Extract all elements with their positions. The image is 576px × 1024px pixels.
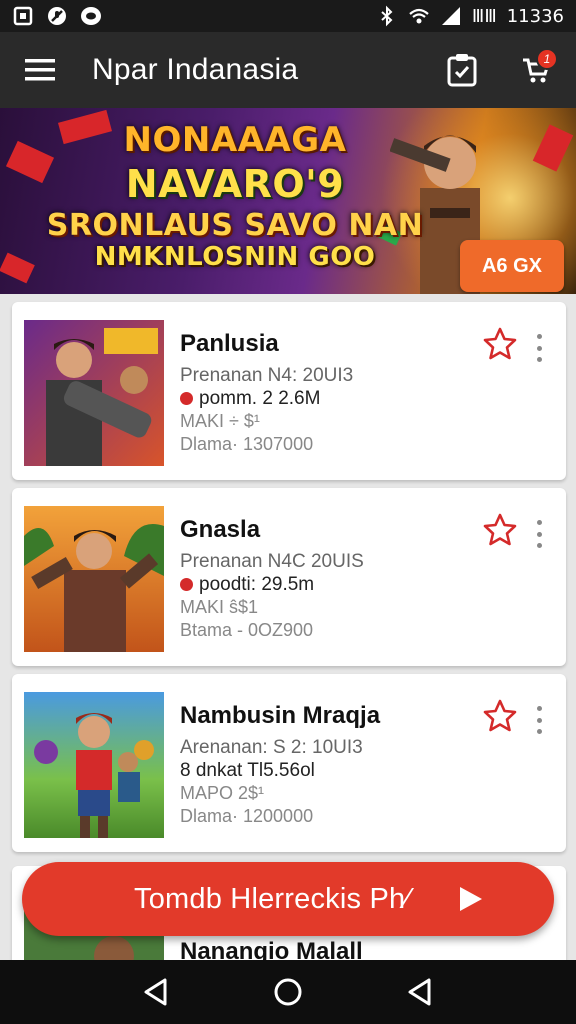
game-downloads: pomm. 2 2.6M [199, 388, 321, 409]
promo-banner[interactable]: NONAAAGA NAVARO'9 SRONLAUS SAVO NAN NMKN… [0, 108, 576, 294]
more-vert-icon-dot [536, 345, 542, 351]
nav-home-button[interactable] [264, 968, 312, 1016]
game-meta-line-3: MAKI ÷ $¹ [180, 411, 260, 431]
hamburger-menu-icon [25, 59, 55, 81]
clipboard-button[interactable] [442, 50, 482, 90]
star-outline-icon [483, 513, 517, 546]
app-bar: Npar Indanasia 1 [0, 32, 576, 108]
game-info: Panlusia Prenanan N4: 20UI3 pomm. 2 2.6M… [180, 330, 470, 456]
banner-headline-2: NAVARO'9 [125, 162, 345, 206]
battery-indicator: ⅢⅢ [471, 5, 497, 27]
favorite-button[interactable] [482, 698, 518, 734]
play-icon [460, 887, 482, 911]
game-meta-line-2: pomm. 2 2.6M [180, 387, 470, 410]
status-left-icons [12, 5, 102, 27]
page-title: Npar Indanasia [92, 53, 299, 86]
star-outline-icon [483, 699, 517, 732]
system-nav-bar [0, 960, 576, 1024]
banner-headline-4: NMKNLOSNIN GOO [94, 242, 376, 272]
more-options-button[interactable] [528, 330, 550, 366]
game-meta-line-4: Btama - 0OZ900 [180, 620, 314, 640]
list-item[interactable]: Nambusin Mraqja Arenanan: S 2: 10UI3 8 d… [12, 674, 566, 852]
clipboard-icon [447, 54, 477, 87]
recents-triangle-icon [408, 978, 431, 1006]
more-vert-icon-dot [536, 717, 542, 723]
game-thumbnail [24, 320, 164, 466]
square-notification-icon [12, 5, 34, 27]
more-vert-icon-dot [536, 334, 542, 339]
more-vert-icon-dot [536, 520, 542, 525]
more-vert-icon-dot [536, 706, 542, 711]
game-info: Gnasla Prenanan N4C 20UIS poodti: 29.5m … [180, 516, 470, 642]
game-title: Panlusia [180, 330, 279, 357]
more-vert-icon-dot [536, 729, 542, 734]
app-bar-actions: 1 [442, 48, 558, 90]
star-outline-icon [483, 327, 517, 360]
wifi-icon [408, 5, 430, 27]
cart-badge: 1 [536, 48, 558, 70]
alert-dot-icon [180, 392, 193, 405]
game-meta-line-4: Dlama· 1200000 [180, 806, 314, 826]
favorite-button[interactable] [482, 326, 518, 362]
game-meta-line-2: poodti: 29.5m [180, 573, 470, 596]
nav-recents-button[interactable] [396, 968, 444, 1016]
no-mic-icon [46, 5, 68, 27]
more-options-button[interactable] [528, 702, 550, 738]
status-right: ⅢⅢ 11336 [376, 5, 564, 27]
game-meta-line-4: Dlama· 1307000 [180, 434, 314, 454]
status-time: 11336 [506, 5, 564, 27]
game-meta-line-1: Prenanan N4: 20UI3 [180, 365, 354, 386]
game-meta-line-1: Prenanan N4C 20UIS [180, 551, 364, 572]
game-meta-line-1: Arenanan: S 2: 10UI3 [180, 737, 363, 758]
favorite-button[interactable] [482, 512, 518, 548]
bluetooth-icon [376, 5, 398, 27]
game-title: Gnasla [180, 516, 261, 543]
status-bar: ⅢⅢ 11336 [0, 0, 576, 32]
alert-dot-icon [180, 578, 193, 591]
game-meta-line-2: 8 dnkat Tl5.56ol [180, 760, 315, 781]
nav-back-button[interactable] [132, 968, 180, 1016]
primary-cta-label: Tomdb Hlerreckis Ph∕ [134, 882, 411, 915]
list-item[interactable]: Panlusia Prenanan N4: 20UI3 pomm. 2 2.6M… [12, 302, 566, 480]
game-downloads: poodti: 29.5m [199, 574, 315, 595]
banner-headline-3: SRONLAUS SAVO NAN [46, 208, 424, 243]
game-meta-line-3: MAPO 2$¹ [180, 783, 265, 803]
signal-icon [440, 5, 462, 27]
messenger-icon [80, 5, 102, 27]
hamburger-menu-button[interactable] [20, 50, 60, 90]
game-meta-line-3: MAKI ŝ$1 [180, 597, 259, 617]
game-info: Nambusin Mraqja Arenanan: S 2: 10UI3 8 d… [180, 702, 470, 828]
game-thumbnail [24, 692, 164, 838]
game-title: Nambusin Mraqja [180, 702, 381, 729]
more-vert-icon-dot [536, 531, 542, 537]
cart-button[interactable]: 1 [516, 48, 558, 90]
banner-headline-1: NONAAAGA [123, 120, 347, 160]
primary-cta-button[interactable]: Tomdb Hlerreckis Ph∕ [22, 862, 554, 936]
list-item[interactable]: Gnasla Prenanan N4C 20UIS poodti: 29.5m … [12, 488, 566, 666]
banner-cta-button[interactable]: A6 GX [460, 240, 564, 292]
more-vert-icon-dot [536, 543, 542, 548]
game-thumbnail [24, 506, 164, 652]
more-vert-icon-dot [536, 357, 542, 362]
more-options-button[interactable] [528, 516, 550, 552]
back-triangle-icon [144, 978, 167, 1006]
home-circle-icon [274, 978, 302, 1006]
